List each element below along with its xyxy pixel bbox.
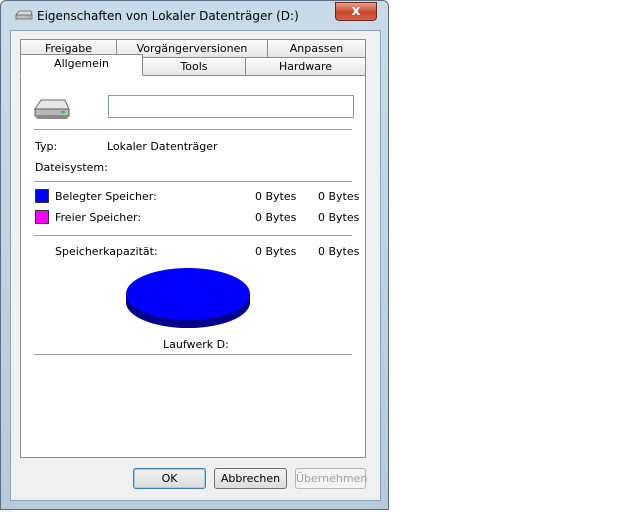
ok-button[interactable]: OK	[133, 468, 206, 489]
filesystem-label: Dateisystem:	[35, 161, 108, 174]
used-space-size: 0 Bytes	[318, 190, 360, 203]
tab-tools[interactable]: Tools	[142, 57, 246, 75]
drive-letter-label: Laufwerk D:	[163, 338, 229, 351]
tab-allgemein[interactable]: Allgemein	[20, 54, 143, 76]
close-button[interactable]: x	[335, 2, 377, 21]
disk-usage-pie-chart	[126, 268, 250, 328]
pie-top	[126, 268, 250, 320]
capacity-label: Speicherkapazität:	[55, 245, 158, 258]
free-space-swatch	[35, 210, 49, 224]
divider	[34, 129, 352, 130]
type-value: Lokaler Datenträger	[107, 140, 218, 153]
used-space-bytes: 0 Bytes	[255, 190, 297, 203]
cancel-button[interactable]: Abbrechen	[214, 468, 287, 489]
capacity-bytes: 0 Bytes	[255, 245, 297, 258]
divider	[34, 181, 352, 182]
free-space-bytes: 0 Bytes	[255, 211, 297, 224]
used-space-label: Belegter Speicher:	[55, 190, 157, 203]
capacity-size: 0 Bytes	[318, 245, 360, 258]
free-space-label: Freier Speicher:	[55, 211, 142, 224]
hard-drive-icon	[34, 99, 70, 119]
apply-button[interactable]: Übernehmen	[295, 468, 367, 489]
divider	[34, 354, 352, 355]
type-label: Typ:	[35, 140, 58, 153]
tab-anpassen[interactable]: Anpassen	[267, 39, 366, 57]
window-title: Eigenschaften von Lokaler Datenträger (D…	[37, 9, 299, 23]
used-space-swatch	[35, 189, 49, 203]
tab-hardware[interactable]: Hardware	[245, 57, 366, 75]
drive-icon	[15, 10, 33, 20]
close-icon: x	[351, 3, 361, 19]
free-space-size: 0 Bytes	[318, 211, 360, 224]
title-bar[interactable]: Eigenschaften von Lokaler Datenträger (D…	[1, 1, 388, 29]
divider	[34, 235, 352, 236]
drive-name-input[interactable]	[108, 95, 354, 118]
